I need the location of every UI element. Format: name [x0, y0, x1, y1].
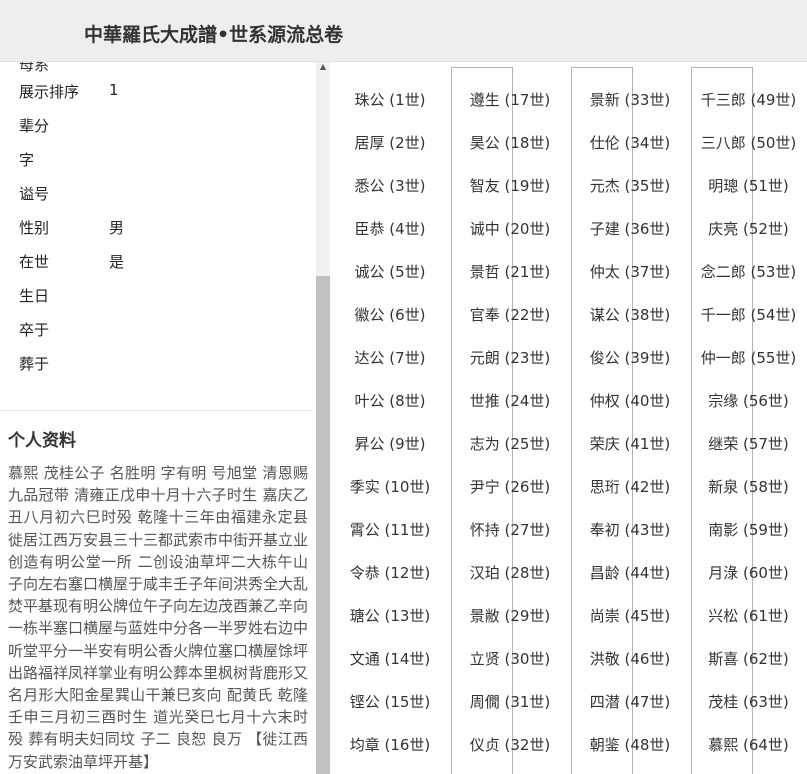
scrollbar-thumb[interactable] — [316, 276, 330, 774]
profile-field-label: 字 — [19, 151, 35, 169]
generation-link[interactable]: 洪敬 (46世) — [570, 648, 690, 670]
generation-link[interactable]: 立贤 (30世) — [450, 648, 570, 670]
generation-link[interactable]: 铿公 (15世) — [330, 691, 450, 713]
generation-link[interactable]: 季实 (10世) — [330, 476, 450, 498]
generation-link[interactable]: 仲太 (37世) — [570, 261, 690, 283]
generation-link[interactable]: 徽公 (6世) — [330, 304, 450, 326]
profile-field-label: 辈分 — [19, 117, 50, 135]
generation-link[interactable]: 霄公 (11世) — [330, 519, 450, 541]
profile-field-value: 是 — [109, 253, 125, 271]
generation-link[interactable]: 尚崇 (45世) — [570, 605, 690, 627]
generation-link[interactable]: 叶公 (8世) — [330, 390, 450, 412]
profile-field-cut: 母系 — [19, 62, 50, 74]
profile-field-label: 谥号 — [19, 185, 50, 203]
profile-panel: 母系 展示排序 1 辈分字谥号性别 男在世 是生日卒于葬于 个人资料 慕熙 茂桂公子 名… — [0, 62, 316, 774]
section-divider — [0, 410, 312, 411]
generation-link[interactable]: 千三郎 (49世) — [690, 89, 807, 111]
generation-link[interactable]: 兴松 (61世) — [690, 605, 807, 627]
generation-link[interactable]: 俊公 (39世) — [570, 347, 690, 369]
generation-link[interactable]: 文通 (14世) — [330, 648, 450, 670]
app-header: 中華羅氏大成譜•世系源流总卷 — [0, 0, 807, 62]
generation-link[interactable]: 昌龄 (44世) — [570, 562, 690, 584]
profile-field-label: 卒于 — [19, 321, 50, 339]
generation-link[interactable]: 昇公 (9世) — [330, 433, 450, 455]
generation-link[interactable]: 子建 (36世) — [570, 218, 690, 240]
generation-link[interactable]: 尹宁 (26世) — [450, 476, 570, 498]
generation-link[interactable]: 诚公 (5世) — [330, 261, 450, 283]
generation-link[interactable]: 智友 (19世) — [450, 175, 570, 197]
generation-link[interactable]: 新泉 (58世) — [690, 476, 807, 498]
generation-link[interactable]: 景哲 (21世) — [450, 261, 570, 283]
generation-link[interactable]: 怀持 (27世) — [450, 519, 570, 541]
generation-link[interactable]: 周僩 (31世) — [450, 691, 570, 713]
generation-link[interactable]: 官奉 (22世) — [450, 304, 570, 326]
generation-link[interactable]: 仕伦 (34世) — [570, 132, 690, 154]
generation-link[interactable]: 志为 (25世) — [450, 433, 570, 455]
generation-link[interactable]: 景新 (33世) — [570, 89, 690, 111]
generation-link[interactable]: 明璁 (51世) — [690, 175, 807, 197]
page-title: 中華羅氏大成譜•世系源流总卷 — [84, 24, 344, 46]
generation-link[interactable]: 汉珀 (28世) — [450, 562, 570, 584]
generation-link[interactable]: 仲一郎 (55世) — [690, 347, 807, 369]
generation-link[interactable]: 居厚 (2世) — [330, 132, 450, 154]
generation-link[interactable]: 仲权 (40世) — [570, 390, 690, 412]
generation-link[interactable]: 瑭公 (13世) — [330, 605, 450, 627]
generation-link[interactable]: 谋公 (38世) — [570, 304, 690, 326]
profile-field-value: 1 — [109, 81, 119, 99]
generation-link[interactable]: 千一郎 (54世) — [690, 304, 807, 326]
generation-link[interactable]: 荣庆 (41世) — [570, 433, 690, 455]
profile-field-label: 展示排序 — [19, 83, 80, 101]
generation-link[interactable]: 世推 (24世) — [450, 390, 570, 412]
generation-link[interactable]: 庆亮 (52世) — [690, 218, 807, 240]
profile-field-label: 在世 — [19, 253, 50, 271]
generation-link[interactable]: 达公 (7世) — [330, 347, 450, 369]
generation-list-panel: 珠公 (1世) 居厚 (2世) 悉公 (3世) 臣恭 (4世) 诚公 (5世) 徽公 (6… — [330, 62, 807, 774]
generation-link[interactable]: 奉初 (43世) — [570, 519, 690, 541]
generation-link[interactable]: 朝鉴 (48世) — [570, 734, 690, 756]
generation-link[interactable]: 念二郎 (53世) — [690, 261, 807, 283]
generation-link[interactable]: 慕熙 (64世) — [690, 734, 807, 756]
generation-link[interactable]: 思珩 (42世) — [570, 476, 690, 498]
generation-link[interactable]: 仪贞 (32世) — [450, 734, 570, 756]
generation-link[interactable]: 昊公 (18世) — [450, 132, 570, 154]
generation-link[interactable]: 元杰 (35世) — [570, 175, 690, 197]
generation-link[interactable]: 三八郎 (50世) — [690, 132, 807, 154]
generation-link[interactable]: 珠公 (1世) — [330, 89, 450, 111]
generation-link[interactable]: 臣恭 (4世) — [330, 218, 450, 240]
generation-link[interactable]: 继荣 (57世) — [690, 433, 807, 455]
profile-field-label: 生日 — [19, 287, 50, 305]
generation-link[interactable]: 南影 (59世) — [690, 519, 807, 541]
generation-link[interactable]: 斯喜 (62世) — [690, 648, 807, 670]
generation-link[interactable]: 四潜 (47世) — [570, 691, 690, 713]
profile-field-value: 男 — [109, 219, 125, 237]
generation-link[interactable]: 景敝 (29世) — [450, 605, 570, 627]
generation-link[interactable]: 元朗 (23世) — [450, 347, 570, 369]
bio-text: 慕熙 茂桂公子 名胜明 字有明 号旭堂 清恩赐九品冠带 清雍正戊申十月十六子时生… — [8, 464, 309, 771]
generation-link[interactable]: 均章 (16世) — [330, 734, 450, 756]
scroll-up-icon[interactable]: ▲ — [318, 62, 328, 72]
generation-link[interactable]: 遵生 (17世) — [450, 89, 570, 111]
generation-link[interactable]: 令恭 (12世) — [330, 562, 450, 584]
profile-field-label: 性别 — [19, 219, 50, 237]
generation-link[interactable]: 茂桂 (63世) — [690, 691, 807, 713]
generation-link[interactable]: 悉公 (3世) — [330, 175, 450, 197]
bio-section-title: 个人资料 — [8, 431, 76, 451]
generation-link[interactable]: 诚中 (20世) — [450, 218, 570, 240]
generation-link[interactable]: 月淥 (60世) — [690, 562, 807, 584]
profile-field-label: 葬于 — [19, 355, 50, 373]
generation-link[interactable]: 宗缘 (56世) — [690, 390, 807, 412]
